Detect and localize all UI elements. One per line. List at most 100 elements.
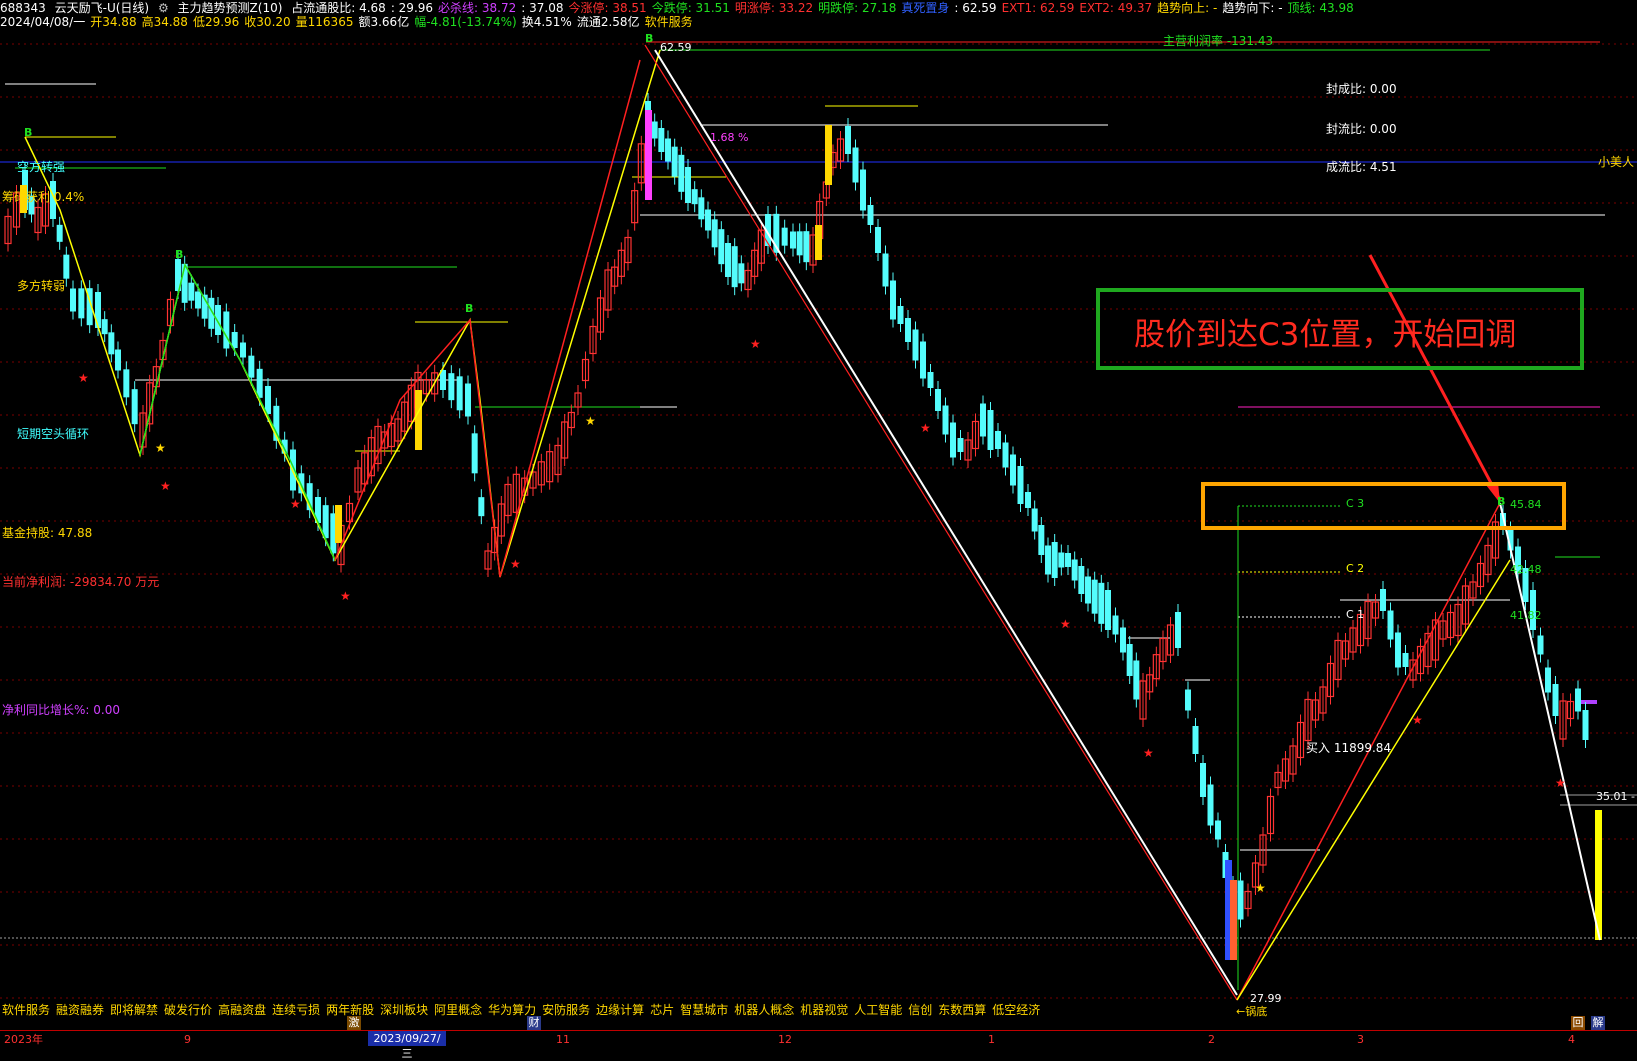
price-3501: 35.01 - xyxy=(1596,790,1635,803)
concept-tag[interactable]: 智慧城市 xyxy=(680,1003,728,1017)
concept-tag[interactable]: 连续亏损 xyxy=(272,1003,320,1017)
candle-down xyxy=(1192,726,1199,754)
buy-marker: B xyxy=(645,32,653,45)
marker-ji[interactable]: 激 xyxy=(347,1016,361,1030)
concept-tag[interactable]: 深圳板块 xyxy=(380,1003,428,1017)
candle-down xyxy=(108,332,115,355)
yellow-star-marker: ★ xyxy=(1255,881,1266,895)
candle-down xyxy=(1133,660,1140,700)
candle-down xyxy=(181,263,188,303)
concept-tag[interactable]: 软件服务 xyxy=(2,1003,50,1017)
header-item: : 62.59 xyxy=(954,1,997,15)
candle-down xyxy=(731,246,738,288)
concept-tag[interactable]: 芯片 xyxy=(650,1003,674,1017)
indicator-name[interactable]: 主力趋势预测Z(10) xyxy=(178,1,283,15)
candle-down xyxy=(897,306,904,324)
candle-down xyxy=(1237,880,1244,920)
back-button[interactable]: 回 xyxy=(1571,1016,1585,1030)
candle-down xyxy=(987,410,994,450)
time-tick: 2 xyxy=(1208,1033,1215,1046)
header-item: 顶线: 43.98 xyxy=(1287,1,1354,15)
candle-down xyxy=(1065,553,1071,567)
candle-down xyxy=(882,253,889,287)
candle-down xyxy=(1575,688,1581,712)
concept-tag[interactable]: 东数西算 xyxy=(938,1003,986,1017)
quote-item: 开34.88 xyxy=(90,15,137,29)
candle-down xyxy=(471,433,478,474)
concept-tags: 软件服务 融资融券 即将解禁 破发行价 高融资盘 连续亏损 两年新股 深圳板块 阿里概念 华为算力… xyxy=(2,1003,1046,1017)
main-profit-label: 主营利润率 -131.43 xyxy=(1163,34,1274,48)
candle-down xyxy=(796,231,803,256)
candle-down xyxy=(1402,653,1409,667)
stock-name[interactable]: 云天励飞-U(日线) xyxy=(55,1,149,15)
chouma-label: 筹码获利 0.4% xyxy=(2,190,85,204)
concept-tag[interactable]: 即将解禁 xyxy=(110,1003,158,1017)
quote-item: 收30.20 xyxy=(244,15,291,29)
concept-tag[interactable]: 低空经济 xyxy=(992,1003,1040,1017)
concept-tag[interactable]: 两年新股 xyxy=(326,1003,374,1017)
candle-down xyxy=(738,263,745,284)
candle-down xyxy=(927,372,934,388)
xiaomeiren-label: 小美人 xyxy=(1598,155,1635,169)
circle-gear-icon[interactable]: ⚙ xyxy=(158,1,169,15)
buy-label: 买入 11899.84 xyxy=(1306,741,1392,755)
stock-code: 688343 xyxy=(0,1,46,15)
candle-down xyxy=(950,422,956,458)
concept-tag[interactable]: 破发行价 xyxy=(164,1003,212,1017)
concept-tag[interactable]: 融资融券 xyxy=(56,1003,104,1017)
candle-down xyxy=(465,383,471,417)
candle-down xyxy=(671,146,678,177)
header-item: 必杀线: 38.72 xyxy=(438,1,517,15)
candle-down xyxy=(852,147,859,183)
header-item: : 37.08 xyxy=(521,1,564,15)
c2-label: C 2 xyxy=(1346,562,1365,575)
marker-cai[interactable]: 财 xyxy=(527,1016,541,1030)
duofang-label: 多方转弱 xyxy=(17,279,66,293)
concept-tag[interactable]: 信创 xyxy=(908,1003,932,1017)
low-price-label: 27.99 xyxy=(1250,992,1282,1005)
short-cycle-label: 短期空头循环 xyxy=(17,427,90,441)
concept-tag[interactable]: 机器视觉 xyxy=(800,1003,848,1017)
candle-down xyxy=(790,231,796,249)
candle-down xyxy=(231,332,238,348)
concept-tag[interactable]: 安防服务 xyxy=(542,1003,590,1017)
explain-button[interactable]: 解 xyxy=(1591,1016,1605,1030)
candle-down xyxy=(56,224,63,242)
quote-item: 换4.51% xyxy=(521,15,572,29)
candle-down xyxy=(240,342,246,358)
concept-tag[interactable]: 华为算力 xyxy=(488,1003,536,1017)
red-star-marker: ★ xyxy=(1412,713,1423,727)
candle-down xyxy=(1380,589,1386,611)
concept-tag[interactable]: 高融资盘 xyxy=(218,1003,266,1017)
candle-down xyxy=(1395,632,1401,668)
candle-down xyxy=(718,229,725,265)
pot-bottom-label: ←锅底 xyxy=(1236,1005,1268,1018)
concept-tag[interactable]: 阿里概念 xyxy=(434,1003,482,1017)
quote-item: 幅-4.81(-13.74%) xyxy=(414,15,517,29)
concept-tag[interactable]: 边缘计算 xyxy=(596,1003,644,1017)
candle-down xyxy=(1017,466,1024,504)
candle-down xyxy=(248,355,255,378)
header-item: EXT2: 49.37 xyxy=(1079,1,1153,15)
candle-down xyxy=(1038,525,1045,555)
concept-tag[interactable]: 机器人概念 xyxy=(734,1003,794,1017)
highlight-bar xyxy=(815,225,822,260)
highlight-bar xyxy=(335,505,342,543)
candle-down xyxy=(215,305,221,335)
concept-tag[interactable]: 人工智能 xyxy=(854,1003,902,1017)
quote-item: 高34.88 xyxy=(141,15,188,29)
candle-down xyxy=(860,169,866,211)
candle-down xyxy=(1091,579,1098,614)
candle-down xyxy=(995,431,1001,449)
time-axis[interactable]: 2023年 9 11 12 1 2 3 4 xyxy=(0,1030,1637,1049)
candle-down xyxy=(867,205,874,225)
candle-down xyxy=(980,403,986,437)
quote-item: 流通2.58亿 xyxy=(576,15,640,29)
candle-down xyxy=(1010,454,1016,486)
candle-down xyxy=(1207,784,1214,826)
header-item: 明涨停: 33.22 xyxy=(734,1,814,15)
yellow-star-marker: ★ xyxy=(155,441,166,455)
red-star-marker: ★ xyxy=(1143,746,1154,760)
candle-down xyxy=(101,319,108,335)
candle-down xyxy=(1545,667,1551,693)
